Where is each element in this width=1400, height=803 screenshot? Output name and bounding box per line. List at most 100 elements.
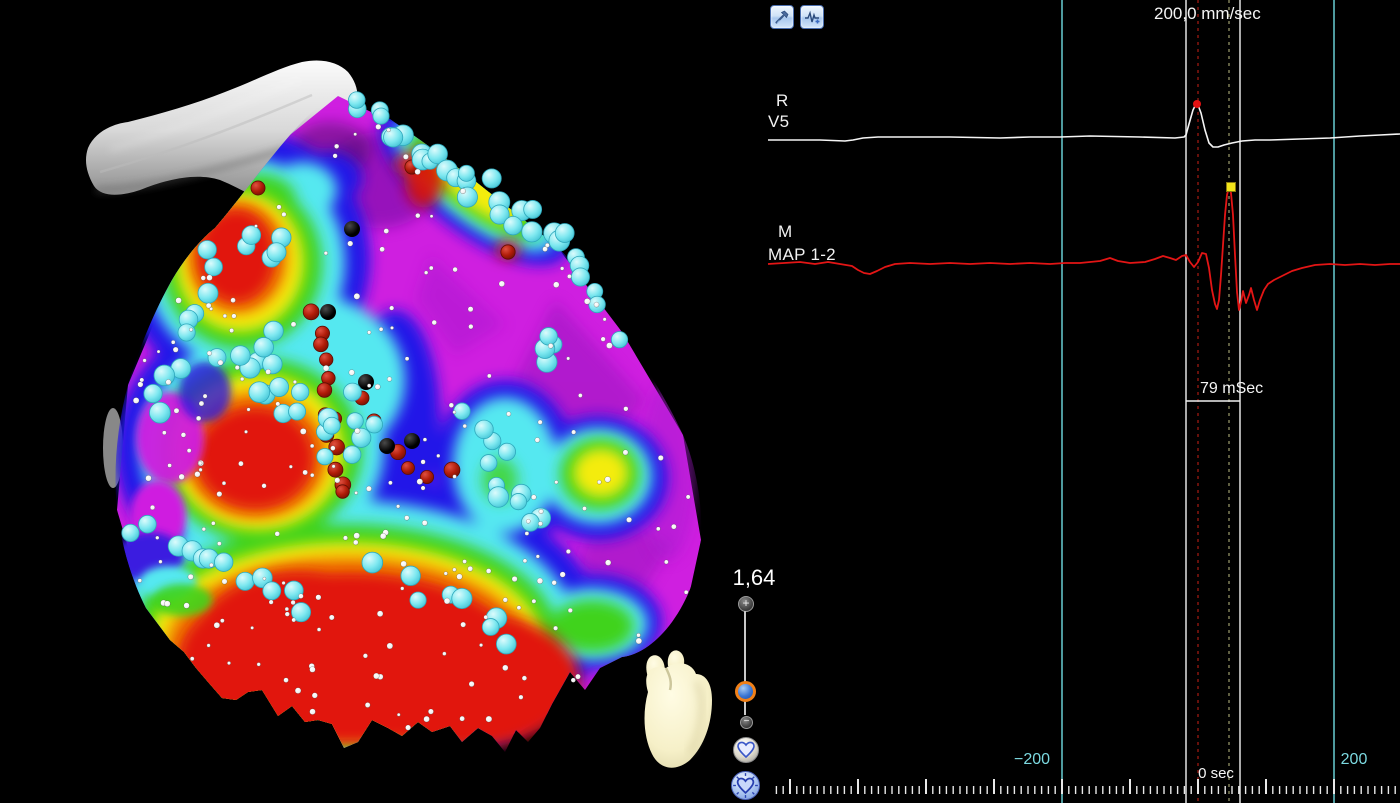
measurement-point [387, 643, 393, 649]
measurement-point [187, 448, 191, 452]
measurement-point [254, 224, 257, 227]
measurement-point [594, 302, 599, 307]
measurement-point [157, 350, 160, 353]
measurement-point [532, 599, 536, 603]
measurement-point [133, 397, 139, 403]
measurement-point [184, 603, 190, 609]
measurement-point [349, 370, 355, 376]
measurement-point [575, 674, 580, 679]
measurement-point [436, 454, 440, 458]
measurement-point [363, 654, 368, 659]
time-ruler [776, 779, 1395, 794]
add-signal-button[interactable] [800, 5, 824, 29]
measurement-point [512, 576, 518, 582]
measurement-point [373, 673, 379, 679]
selected-point [510, 493, 526, 509]
zoom-out-button[interactable]: − [740, 716, 753, 729]
measurement-point [323, 365, 329, 371]
measurement-point [355, 428, 361, 434]
ablation-point [303, 304, 319, 320]
measurement-point [603, 318, 607, 322]
measurement-point [366, 486, 371, 491]
measurement-point [403, 154, 408, 159]
measurement-point [174, 408, 179, 413]
time-axis-left-label: −200 [1002, 752, 1062, 768]
selected-point [504, 216, 523, 235]
ablation-point [328, 462, 343, 477]
measurement-point [285, 607, 289, 611]
heart-icon [734, 738, 758, 762]
measurement-point [289, 465, 292, 468]
measurement-point [537, 578, 543, 584]
map-tools-button[interactable] [770, 5, 794, 29]
selected-point [242, 226, 261, 245]
zoom-in-button[interactable]: + [738, 596, 754, 612]
measurement-point [578, 393, 582, 397]
selected-point [611, 332, 627, 348]
measurement-point [247, 408, 251, 412]
heart-view-button[interactable] [733, 737, 759, 763]
measurement-point [217, 542, 221, 546]
time-axis-right-label: 200 [1330, 752, 1378, 768]
measurement-point [198, 461, 202, 465]
zoom-slider-handle[interactable] [735, 681, 756, 702]
measurement-point [343, 536, 348, 541]
ablation-point [314, 337, 329, 352]
map-3d-view[interactable] [0, 0, 760, 803]
measurement-point [468, 324, 473, 329]
peak-marker [1193, 100, 1201, 108]
selected-point [178, 324, 195, 341]
measurement-point [554, 480, 558, 484]
heart-compass-icon [732, 772, 759, 799]
measurement-point [166, 379, 171, 384]
measurement-point [217, 491, 222, 496]
measurement-point [486, 716, 492, 722]
measurement-point [235, 365, 240, 370]
selected-point [555, 224, 574, 243]
measurement-point [519, 695, 524, 700]
selected-point [343, 446, 361, 464]
measurement-point [293, 380, 297, 384]
selected-point [348, 92, 365, 109]
measurement-point [468, 306, 473, 311]
measurement-point [452, 568, 456, 572]
measurement-point [207, 644, 211, 648]
measurement-point [479, 643, 482, 646]
sweep-speed-label: 200,0 mm/sec [1154, 5, 1261, 22]
measurement-point [461, 622, 466, 627]
measurement-point [548, 343, 553, 348]
measurement-point [457, 574, 463, 580]
measurement-point [276, 402, 280, 406]
measurement-point [353, 540, 358, 545]
special-point [379, 438, 395, 454]
heart-orientation-model[interactable] [645, 650, 712, 767]
measurement-point [460, 188, 465, 193]
measurement-point [506, 412, 511, 417]
measurement-point [517, 606, 521, 610]
measurement-point [389, 306, 394, 311]
measurement-point [671, 524, 676, 529]
measurement-point [329, 615, 334, 620]
measurement-point [417, 479, 423, 485]
selected-point [139, 515, 157, 533]
selected-point [231, 346, 251, 366]
selected-point [236, 572, 254, 590]
measurement-point [334, 144, 339, 149]
measurement-point [354, 293, 360, 299]
selected-point [401, 566, 420, 585]
measurement-point [424, 271, 428, 275]
heart-compass-button[interactable] [731, 771, 760, 800]
measurement-point [214, 622, 220, 628]
measurement-point [173, 347, 178, 352]
measurement-point [571, 430, 575, 434]
selected-point [482, 169, 501, 188]
trace-M [768, 187, 1400, 310]
selected-point [496, 634, 516, 654]
measurement-point [415, 169, 421, 175]
caliper-measurement-label: 79 mSec [1200, 381, 1263, 397]
measurement-point [146, 475, 152, 481]
measurement-point [171, 340, 175, 344]
cardiac-map-model[interactable] [86, 60, 720, 780]
selected-point [289, 403, 306, 420]
selected-point [373, 108, 389, 124]
